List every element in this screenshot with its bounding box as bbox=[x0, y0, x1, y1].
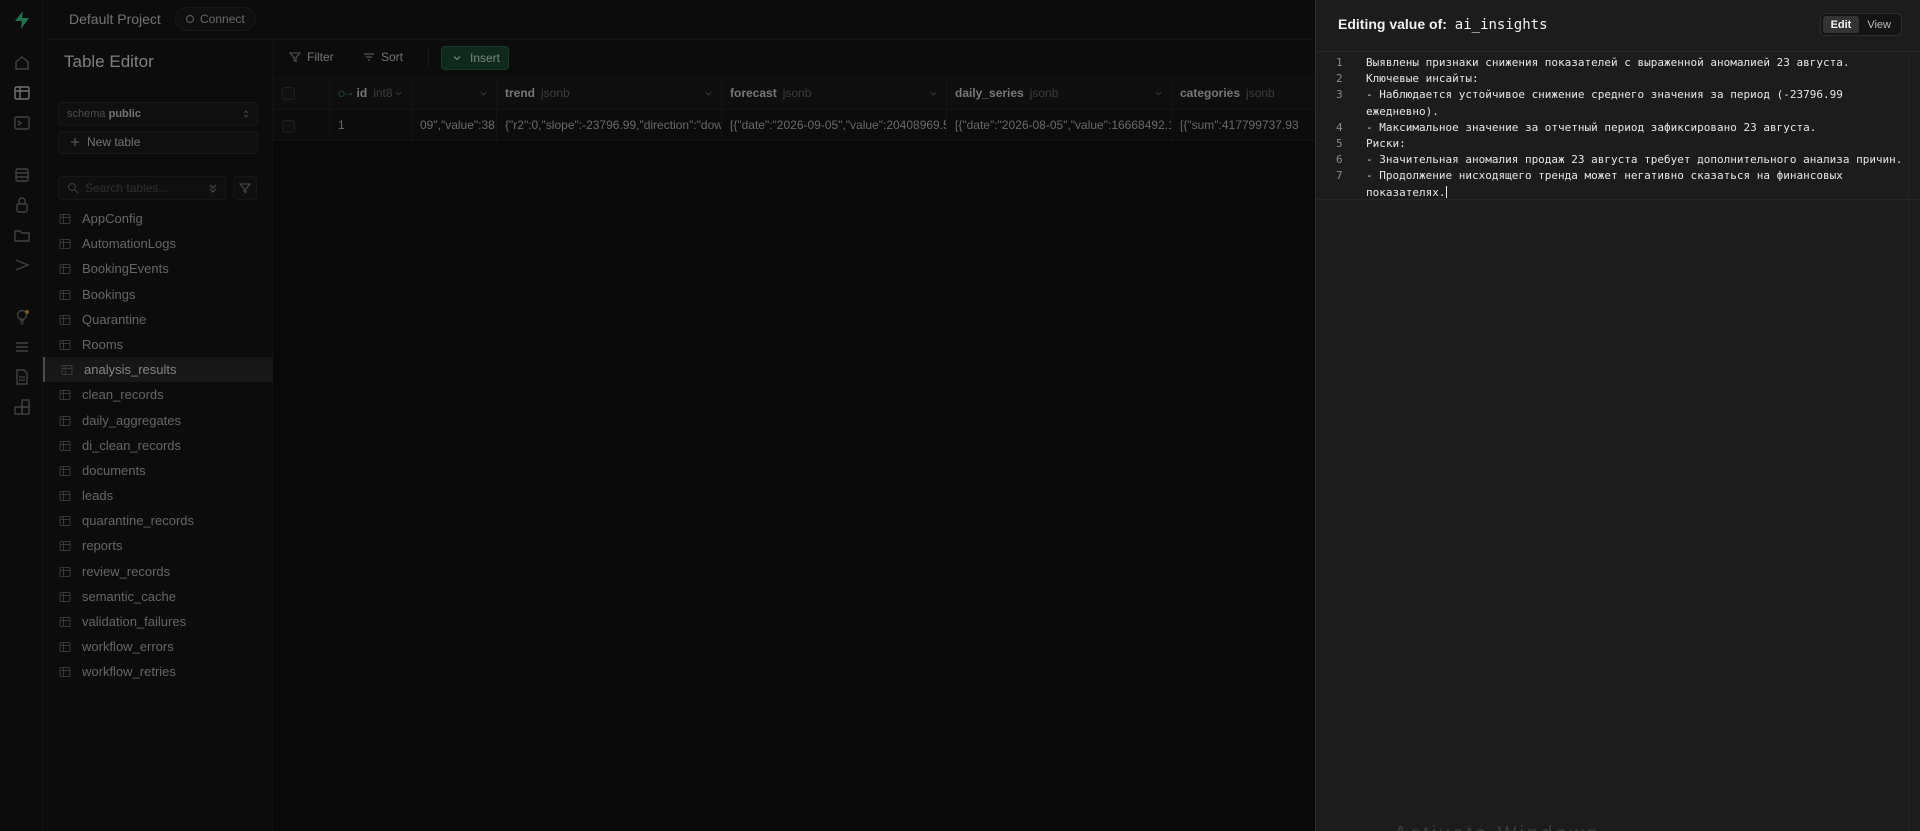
activation-watermark: Activate Windows bbox=[1394, 823, 1600, 831]
app: Default Project Connect Table Editor sch… bbox=[0, 0, 1920, 831]
panel-divider bbox=[1316, 51, 1920, 52]
line-text: - Наблюдается устойчивое снижение средне… bbox=[1366, 88, 1843, 118]
editor-line[interactable]: 2 Ключевые инсайты: bbox=[1316, 71, 1920, 87]
code-editor[interactable]: 1 Выявлены признаки снижения показателей … bbox=[1316, 55, 1920, 201]
panel-title: Editing value of: ai_insights bbox=[1338, 16, 1548, 33]
line-text: - Продолжение нисходящего тренда может н… bbox=[1366, 169, 1843, 199]
editor-line[interactable]: 3 - Наблюдается устойчивое снижение средн… bbox=[1316, 87, 1920, 119]
line-number: 2 bbox=[1336, 72, 1343, 86]
panel-title-prefix: Editing value of: bbox=[1338, 16, 1447, 32]
editor-line[interactable]: 4 - Максимальное значение за отчетный пер… bbox=[1316, 120, 1920, 136]
line-text: - Значительная аномалия продаж 23 август… bbox=[1366, 153, 1903, 167]
editor-line[interactable]: 1 Выявлены признаки снижения показателей … bbox=[1316, 55, 1920, 71]
value-editor-panel: Editing value of: ai_insights Edit View … bbox=[1315, 0, 1920, 831]
line-number: 4 bbox=[1336, 120, 1343, 134]
line-number: 6 bbox=[1336, 153, 1343, 167]
modal-backdrop[interactable] bbox=[0, 0, 1315, 831]
line-number: 1 bbox=[1336, 56, 1343, 69]
text-cursor bbox=[1446, 185, 1448, 198]
line-number: 5 bbox=[1336, 137, 1343, 151]
view-tab[interactable]: View bbox=[1859, 16, 1899, 33]
line-text: Выявлены признаки снижения показателей с… bbox=[1366, 56, 1850, 69]
line-number: 7 bbox=[1336, 169, 1343, 183]
panel-field-name: ai_insights bbox=[1454, 17, 1548, 33]
line-text: Ключевые инсайты: bbox=[1366, 72, 1479, 86]
editor-line[interactable]: 6 - Значительная аномалия продаж 23 авгус… bbox=[1316, 152, 1920, 168]
line-text: Риски: bbox=[1366, 137, 1406, 151]
editor-line[interactable]: 5 Риски: bbox=[1316, 136, 1920, 152]
editor-content-end bbox=[1316, 199, 1920, 200]
editor-line[interactable]: 7 - Продолжение нисходящего тренда может … bbox=[1316, 168, 1920, 200]
edit-tab[interactable]: Edit bbox=[1822, 16, 1860, 33]
edit-view-toggle: Edit View bbox=[1819, 13, 1902, 36]
editor-scrollbar[interactable] bbox=[1908, 55, 1920, 831]
line-number: 3 bbox=[1336, 88, 1343, 102]
line-text: - Максимальное значение за отчетный пери… bbox=[1366, 120, 1817, 134]
